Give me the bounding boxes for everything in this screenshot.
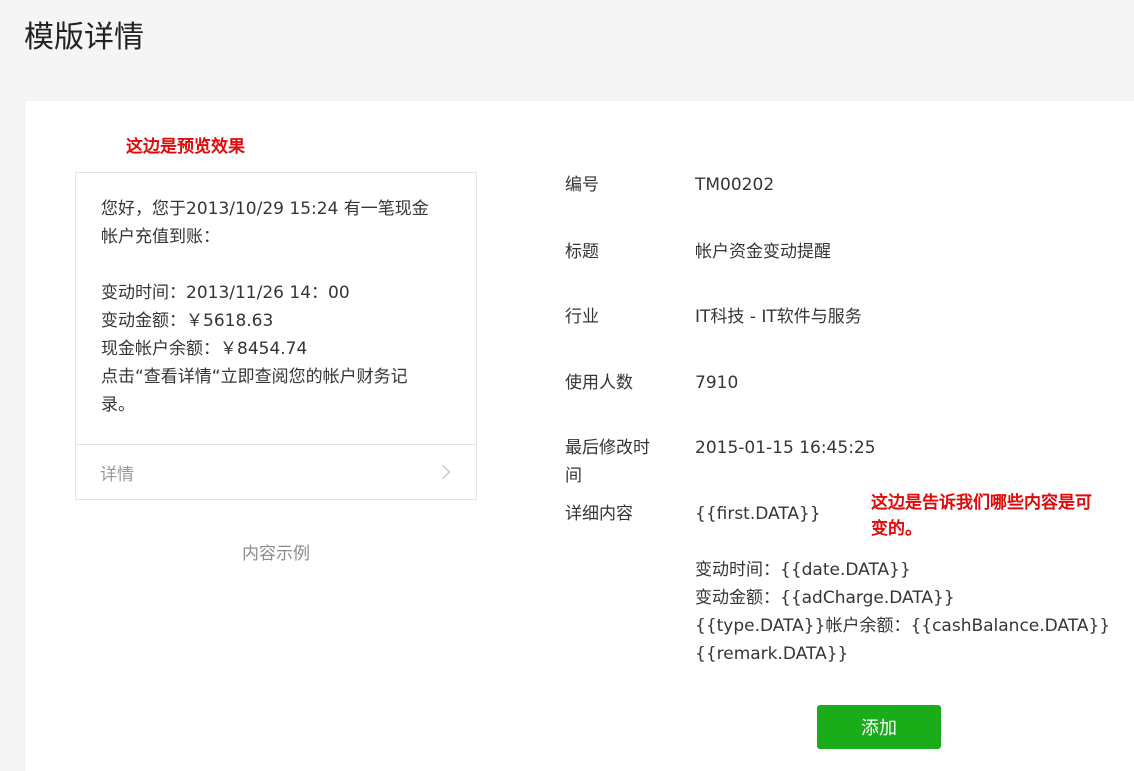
chevron-right-icon [435,464,451,480]
content-line: {{remark.DATA}} [695,644,849,664]
preview-line: 变动金额：￥5618.63 [101,311,274,331]
preview-line: 帐户充值到账： [101,227,220,247]
preview-line: 点击“查看详情“立即查阅您的帐户财务记 [101,367,408,387]
content-label: 详细内容 [565,504,633,524]
preview-annotation: 这边是预览效果 [126,137,245,157]
users-value: 7910 [695,373,739,393]
preview-details-link[interactable]: 详情 [76,444,476,499]
preview-caption: 内容示例 [242,544,310,564]
title-value: 帐户资金变动提醒 [695,242,831,262]
id-label: 编号 [565,175,599,195]
message-preview-card: 您好，您于2013/10/29 15:24 有一笔现金 帐户充值到账： 变动时间… [75,172,477,500]
preview-line: 录。 [101,395,135,415]
page-title: 模版详情 [24,20,144,55]
modified-label-line: 最后修改时 [565,438,650,458]
preview-line: 您好，您于2013/10/29 15:24 有一笔现金 [101,199,429,219]
modified-label-line: 间 [565,466,582,486]
variable-annotation: 这边是告诉我们哪些内容是可变的。 [871,493,1092,539]
industry-label: 行业 [565,307,599,327]
modified-label: 最后修改时 间 [565,434,665,490]
id-value: TM00202 [695,175,775,195]
content-line: 变动时间：{{date.DATA}} [695,560,911,580]
details-label: 详情 [100,464,134,485]
title-label: 标题 [565,242,599,262]
users-label: 使用人数 [565,373,633,393]
content-line: {{type.DATA}}帐户余额：{{cashBalance.DATA}} [695,616,1111,636]
add-button[interactable]: 添加 [817,705,941,749]
preview-line: 现金帐户余额：￥8454.74 [101,339,308,359]
template-detail-panel: 这边是预览效果 您好，您于2013/10/29 15:24 有一笔现金 帐户充值… [25,101,1134,771]
preview-line: 变动时间：2013/11/26 14：00 [101,283,350,303]
industry-value: IT科技 - IT软件与服务 [695,307,862,327]
modified-value: 2015-01-15 16:45:25 [695,438,876,458]
content-line: 变动金额：{{adCharge.DATA}} [695,588,955,608]
preview-body: 您好，您于2013/10/29 15:24 有一笔现金 帐户充值到账： 变动时间… [76,173,476,420]
